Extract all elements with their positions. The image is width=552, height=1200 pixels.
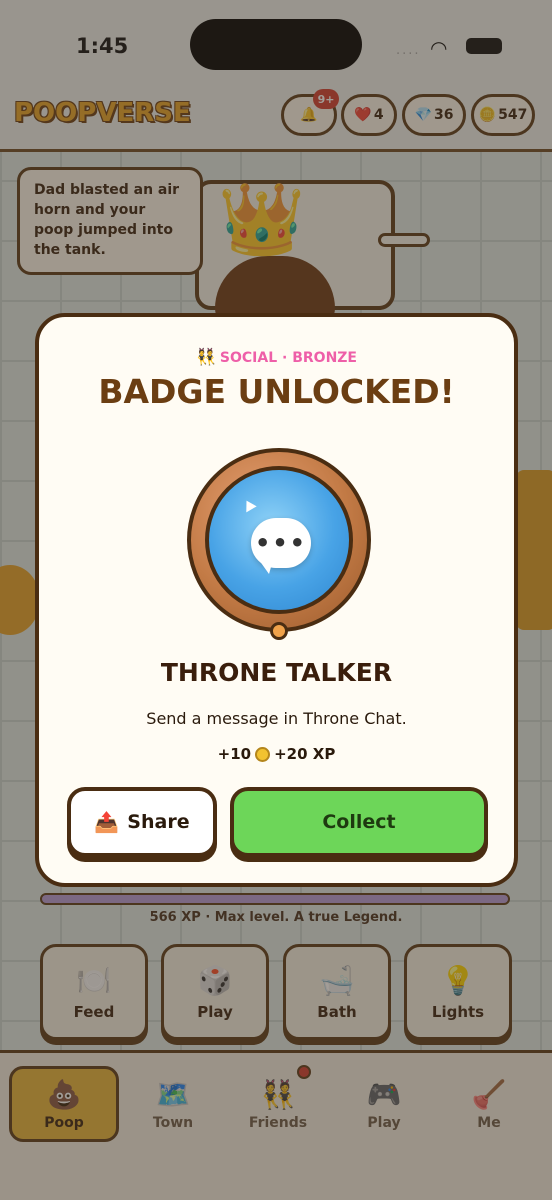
share-button[interactable]: 📤 Share xyxy=(67,787,217,857)
badge-unlocked-modal: 👯 SOCIAL · BRONZE BADGE UNLOCKED! ••• THR… xyxy=(35,313,518,887)
badge-name: THRONE TALKER xyxy=(160,658,393,687)
badge-category: 👯 SOCIAL · BRONZE xyxy=(39,347,514,366)
share-icon: 📤 xyxy=(94,810,120,834)
badge-description: Send a message in Throne Chat. xyxy=(146,709,407,728)
reward-row: +10 +20 XP xyxy=(39,745,514,763)
speech-bubble-tail xyxy=(259,560,273,574)
modal-title: BADGE UNLOCKED! xyxy=(98,372,455,411)
reward-xp: +20 XP xyxy=(274,745,336,763)
medal-knob xyxy=(270,622,288,640)
badge-medal: ••• xyxy=(187,448,371,640)
category-label: SOCIAL · BRONZE xyxy=(219,350,357,366)
friends-icon: 👯 xyxy=(196,347,216,366)
badge-face: ••• xyxy=(205,466,353,614)
coin-icon xyxy=(255,746,271,762)
reward-coins: +10 xyxy=(217,745,252,763)
sparkle-icon xyxy=(241,497,257,513)
share-label: Share xyxy=(127,811,190,833)
collect-label: Collect xyxy=(322,811,396,833)
collect-button[interactable]: Collect xyxy=(230,787,488,857)
